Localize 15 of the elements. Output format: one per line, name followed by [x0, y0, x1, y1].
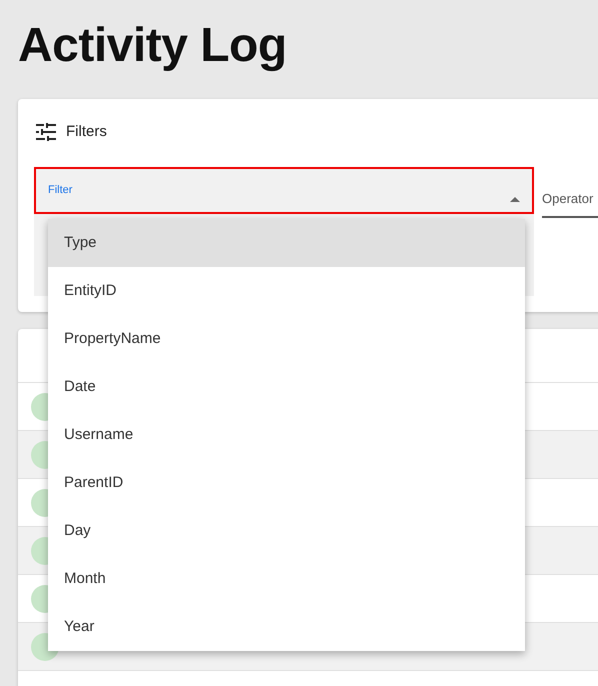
- sliders-icon: [36, 122, 56, 140]
- filter-option[interactable]: Date: [48, 363, 525, 411]
- filter-select[interactable]: Filter: [34, 167, 534, 214]
- filter-option[interactable]: EntityID: [48, 267, 525, 315]
- filter-option[interactable]: ParentID: [48, 459, 525, 507]
- filter-option[interactable]: Month: [48, 555, 525, 603]
- page-title: Activity Log: [18, 18, 288, 74]
- filters-heading: Filters: [66, 123, 107, 140]
- filter-option[interactable]: Username: [48, 411, 525, 459]
- filter-option[interactable]: Day: [48, 507, 525, 555]
- operator-select[interactable]: Operator: [542, 191, 598, 218]
- filter-option[interactable]: PropertyName: [48, 315, 525, 363]
- caret-icon: [510, 197, 520, 202]
- filter-option[interactable]: Year: [48, 603, 525, 651]
- filter-option[interactable]: Type: [48, 219, 525, 267]
